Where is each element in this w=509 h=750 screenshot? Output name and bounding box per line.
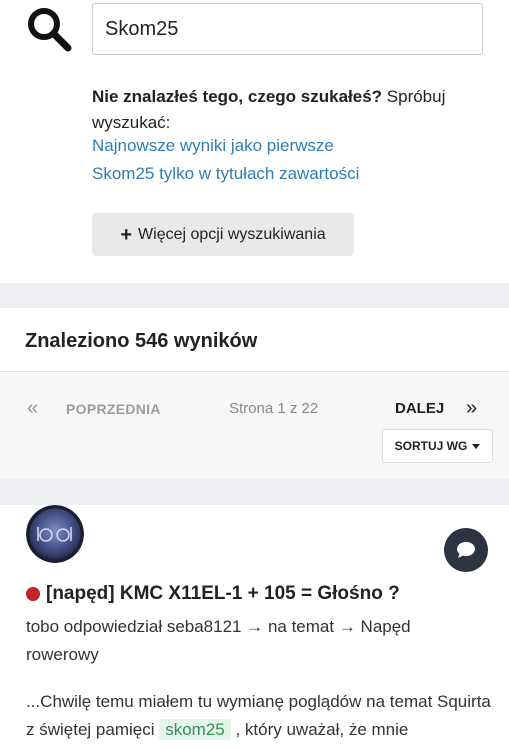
- pagination-bar: « POPRZEDNIA Strona 1 z 22 DALEJ » SORTU…: [0, 373, 509, 479]
- page-indicator[interactable]: Strona 1 z 22: [229, 400, 318, 417]
- newest-first-link[interactable]: Najnowsze wyniki jako pierwsze: [92, 136, 334, 156]
- next-double-chevron-icon[interactable]: »: [466, 397, 477, 420]
- result-title-link[interactable]: [napęd] KMC X11EL-1 + 105 = Głośno ?: [26, 583, 400, 605]
- titles-only-link[interactable]: Skom25 tylko w tytułach zawartości: [92, 164, 359, 184]
- not-found-message: Nie znalazłeś tego, czego szukałeś? Spró…: [92, 84, 482, 136]
- not-found-bold: Nie znalazłeś tego, czego szukałeś?: [92, 87, 383, 106]
- results-count-title: Znaleziono 546 wyników: [25, 330, 258, 352]
- snippet-highlight: skom25: [159, 719, 231, 740]
- next-page-button[interactable]: DALEJ: [395, 400, 444, 417]
- comment-bubble-icon[interactable]: [444, 528, 488, 572]
- search-icon[interactable]: [24, 4, 76, 56]
- section-divider: [0, 283, 509, 308]
- caret-down-icon: [472, 443, 481, 449]
- plus-icon: +: [120, 223, 133, 246]
- prev-double-chevron-icon: «: [27, 397, 39, 419]
- result-snippet: ...Chwilę temu miałem tu wymianę poglądó…: [26, 688, 496, 744]
- results-header: Znaleziono 546 wyników: [0, 308, 509, 372]
- hot-topic-dot-icon: [26, 587, 40, 601]
- user-avatar[interactable]: [26, 505, 84, 563]
- prev-page-button: POPRZEDNIA: [66, 401, 161, 417]
- result-meta: tobo odpowiedział seba8121 → na temat → …: [26, 617, 411, 664]
- sort-by-label: SORTUJ WG: [394, 439, 468, 453]
- search-result-item: [napęd] KMC X11EL-1 + 105 = Głośno ? tob…: [0, 505, 509, 750]
- result-title-text: [napęd] KMC X11EL-1 + 105 = Głośno ?: [46, 583, 400, 604]
- snippet-after: , który uważał, że mnie: [230, 720, 409, 739]
- more-search-options-button[interactable]: + Więcej opcji wyszukiwania: [92, 213, 354, 256]
- search-input[interactable]: [92, 3, 483, 55]
- search-section: Nie znalazłeś tego, czego szukałeś? Spró…: [0, 0, 509, 283]
- section-divider: [0, 479, 509, 505]
- sort-by-button[interactable]: SORTUJ WG: [382, 429, 493, 463]
- more-search-options-label: Więcej opcji wyszukiwania: [138, 225, 326, 243]
